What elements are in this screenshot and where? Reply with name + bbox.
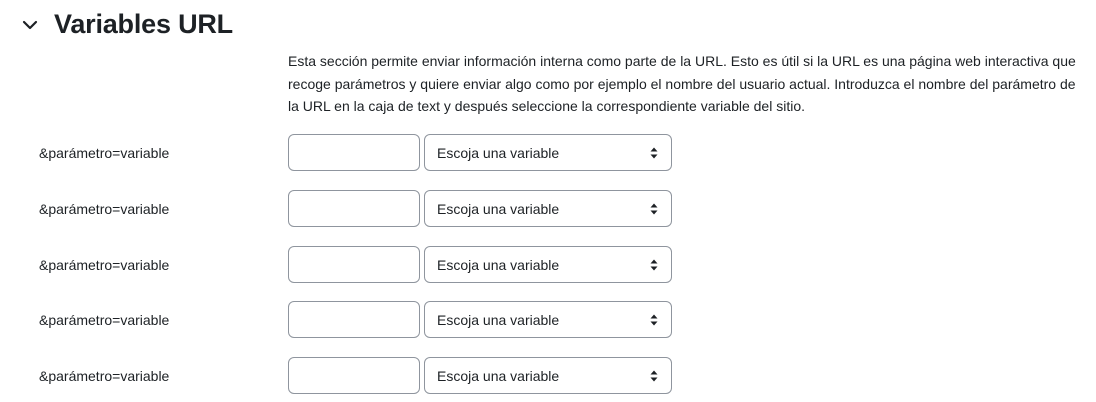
variable-select-value: Escoja una variable (437, 256, 560, 273)
param-label: &parámetro=variable (39, 312, 170, 328)
param-row-1: &parámetro=variable Escoja una variable (0, 134, 1096, 172)
section-title: Variables URL (54, 8, 233, 39)
param-input[interactable] (288, 246, 420, 283)
param-label: &parámetro=variable (39, 257, 170, 273)
section-header-toggle[interactable]: Variables URL (20, 4, 233, 44)
variable-select[interactable]: Escoja una variable (424, 301, 672, 338)
variable-select-value: Escoja una variable (437, 144, 560, 161)
variable-select[interactable]: Escoja una variable (424, 134, 672, 171)
url-variables-section: Variables URL Esta sección permite envia… (0, 0, 1096, 402)
param-input[interactable] (288, 190, 420, 227)
variable-select[interactable]: Escoja una variable (424, 190, 672, 227)
sort-icon (649, 313, 659, 327)
param-row-2: &parámetro=variable Escoja una variable (0, 190, 1096, 228)
sort-icon (649, 146, 659, 160)
sort-icon (649, 369, 659, 383)
variable-select-value: Escoja una variable (437, 200, 560, 217)
sort-icon (649, 202, 659, 216)
chevron-down-icon[interactable] (20, 15, 40, 35)
param-row-3: &parámetro=variable Escoja una variable (0, 246, 1096, 284)
param-label: &parámetro=variable (39, 201, 170, 217)
variable-select-value: Escoja una variable (437, 367, 560, 384)
variable-select-value: Escoja una variable (437, 311, 560, 328)
param-label: &parámetro=variable (39, 145, 170, 161)
variable-select[interactable]: Escoja una variable (424, 246, 672, 283)
variable-select[interactable]: Escoja una variable (424, 357, 672, 394)
section-description: Esta sección permite enviar información … (288, 53, 1076, 114)
param-label: &parámetro=variable (39, 368, 170, 384)
param-row-5: &parámetro=variable Escoja una variable (0, 357, 1096, 395)
param-input[interactable] (288, 357, 420, 394)
param-input[interactable] (288, 134, 420, 171)
param-input[interactable] (288, 301, 420, 338)
sort-icon (649, 258, 659, 272)
param-row-4: &parámetro=variable Escoja una variable (0, 301, 1096, 339)
